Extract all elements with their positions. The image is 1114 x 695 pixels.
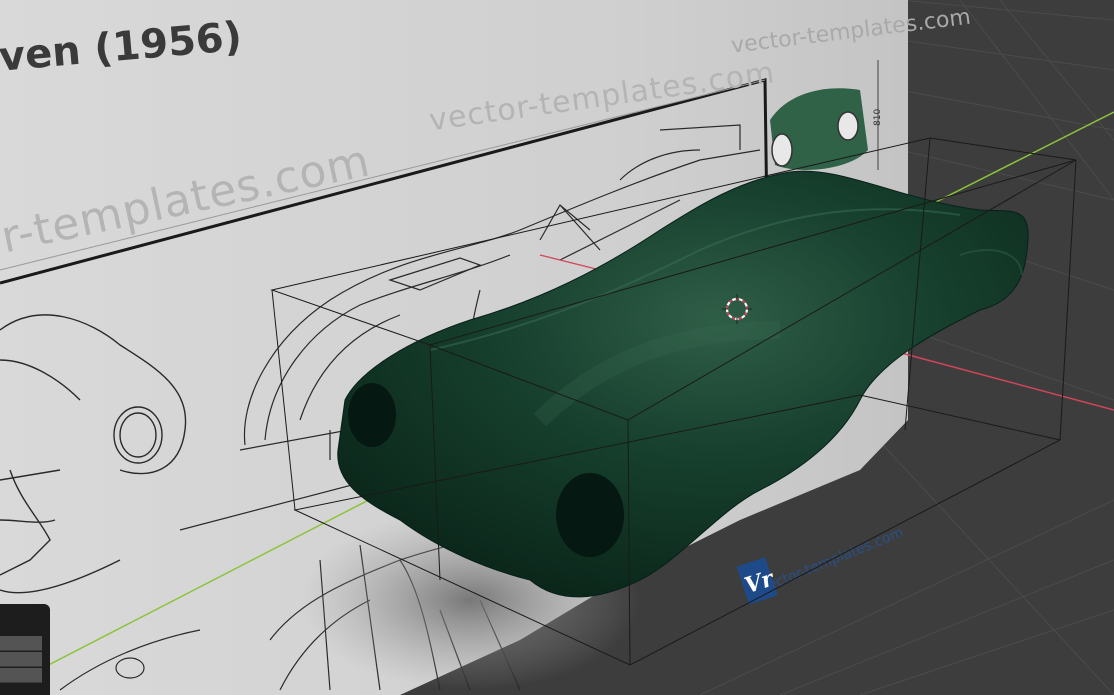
right-headlight-opening	[556, 473, 624, 557]
panel-row-1[interactable]	[0, 636, 42, 651]
watermark-lower-right: vector-templates.com	[758, 524, 906, 596]
corner-panel[interactable]	[0, 604, 50, 695]
x-axis-line	[889, 349, 1114, 411]
panel-row-3[interactable]	[0, 668, 42, 683]
3d-viewport[interactable]: 810 ven (1956) vector-templates.com vect…	[0, 0, 1114, 695]
viewport-scene[interactable]: 810 ven (1956) vector-templates.com vect…	[0, 0, 1114, 695]
dimension-label: 810	[873, 109, 883, 126]
left-headlight-opening	[348, 383, 396, 447]
panel-row-2[interactable]	[0, 652, 42, 667]
